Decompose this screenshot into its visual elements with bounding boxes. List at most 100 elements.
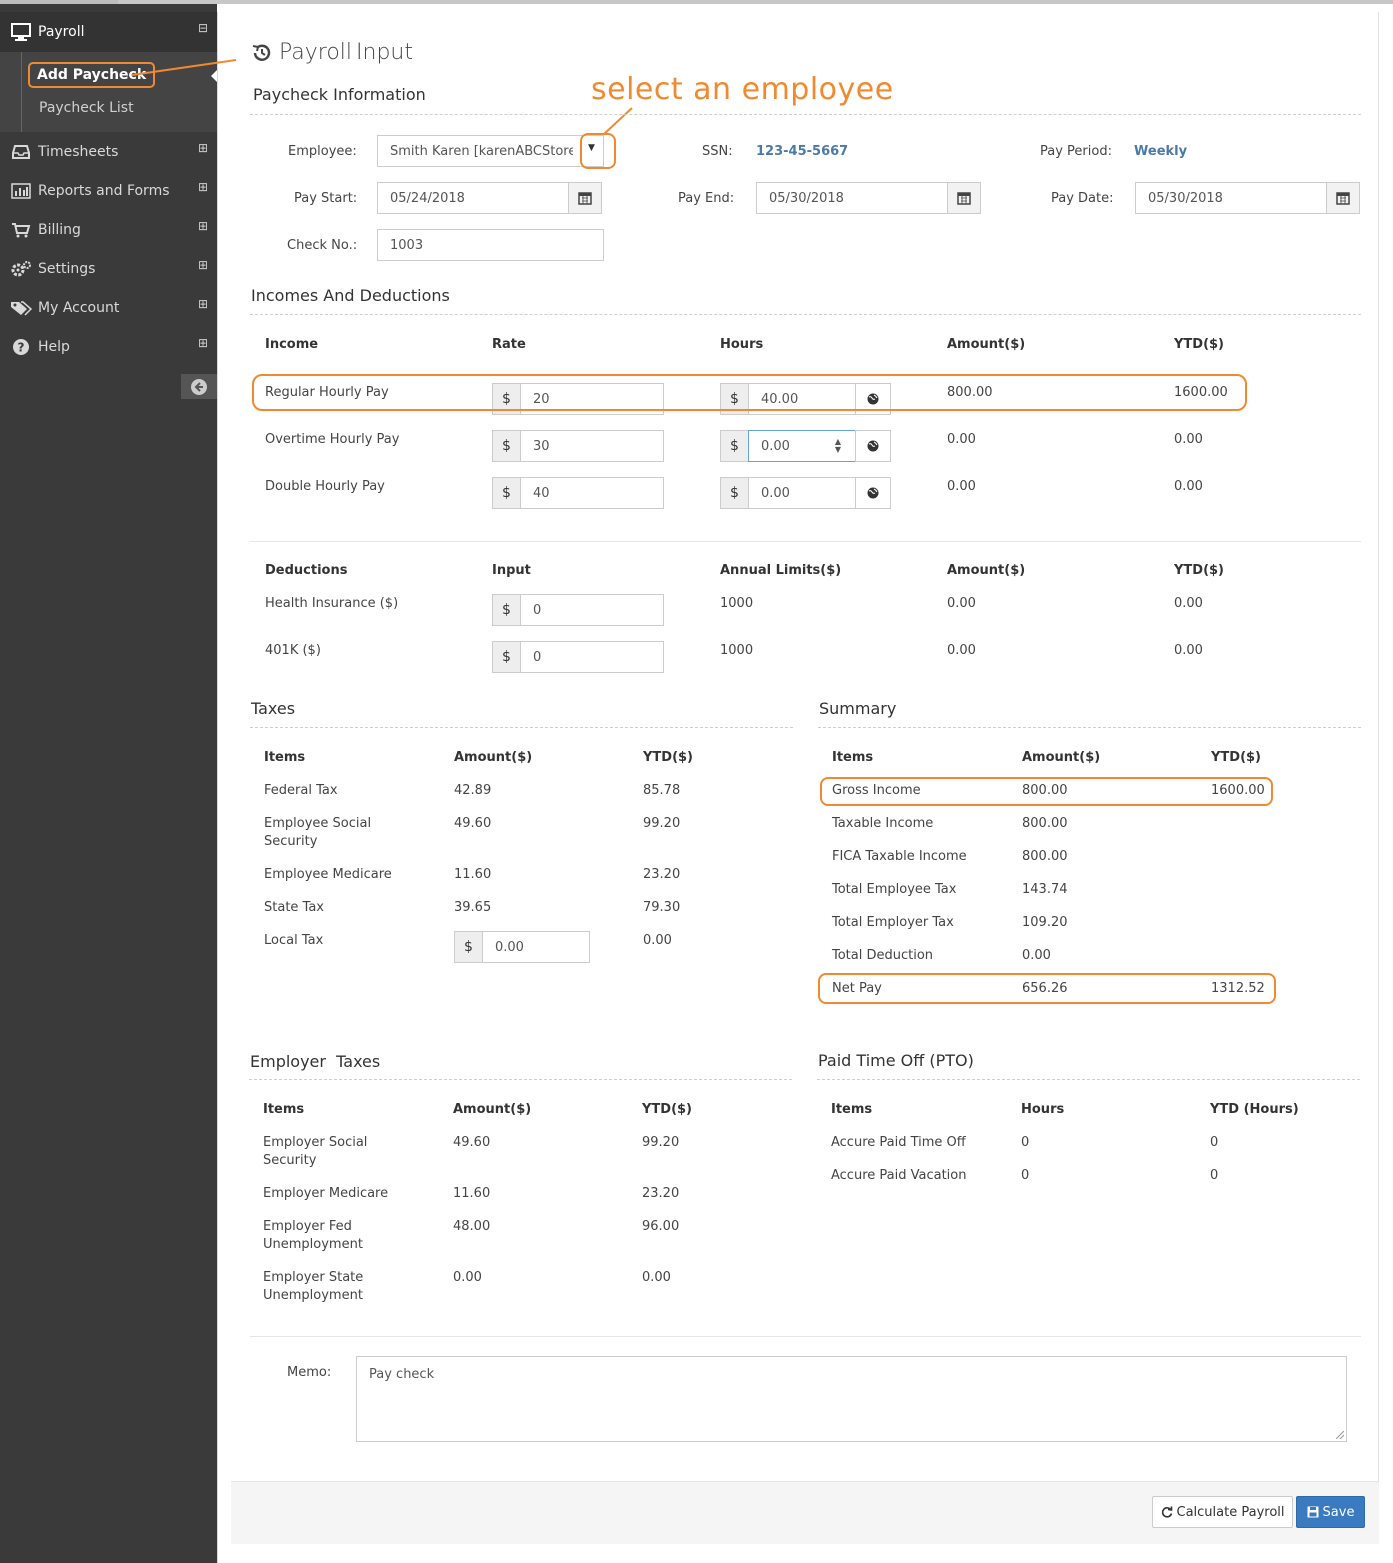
tax-amount: 49.60 (454, 816, 492, 831)
pay-start-calendar-button[interactable] (568, 182, 602, 214)
sidebar-collapse-button[interactable] (181, 374, 217, 399)
divider (817, 1079, 1360, 1080)
divider (250, 114, 1361, 115)
deduction-ytd: 0.00 (1174, 596, 1203, 611)
calculate-payroll-label: Calculate Payroll (1176, 1504, 1285, 1520)
pay-date-input[interactable]: 05/30/2018 (1135, 182, 1327, 214)
employer-tax-name: Employer Medicare (263, 1186, 389, 1201)
monitor-icon (10, 23, 32, 41)
deduction-limit: 1000 (720, 596, 754, 611)
deduction-ytd: 0.00 (1174, 643, 1203, 658)
deduction-header-name: Deductions (265, 563, 348, 578)
pay-date-value: 05/30/2018 (1148, 190, 1223, 206)
pto-hours: 0 (1021, 1135, 1030, 1150)
tax-name: Federal Tax (264, 783, 338, 798)
employee-select[interactable]: Smith Karen [karenABCStore@ (377, 135, 604, 167)
pay-end-calendar-button[interactable] (947, 182, 981, 214)
tax-ytd: 0.00 (643, 933, 672, 948)
sidebar-item-settings[interactable]: Settings ⊞ (0, 249, 217, 288)
expand-icon[interactable]: ⊞ (198, 181, 208, 193)
tax-amount: 39.65 (454, 900, 492, 915)
income-name: Overtime Hourly Pay (265, 432, 400, 447)
hours-input[interactable]: 0.00 (748, 477, 856, 509)
memo-value: Pay check (369, 1367, 435, 1382)
pay-start-value: 05/24/2018 (390, 190, 465, 206)
pay-end-input[interactable]: 05/30/2018 (756, 182, 948, 214)
page-title-b: Input (356, 40, 413, 65)
tax-ytd: 85.78 (643, 783, 681, 798)
tax-name: Local Tax (264, 933, 324, 948)
pay-date-label: Pay Date: (1051, 191, 1114, 206)
rate-input[interactable]: 40 (520, 477, 664, 509)
sidebar-item-payroll[interactable]: Payroll ⊟ (0, 12, 217, 52)
local-tax-value: 0.00 (495, 939, 524, 955)
globe-button[interactable] (855, 477, 891, 509)
sidebar-subitem-paycheck-list[interactable]: Paycheck List (39, 100, 134, 116)
inbox-icon (10, 143, 32, 161)
tax-name: Employee Medicare (264, 867, 392, 882)
summary-amount: 109.20 (1022, 915, 1068, 930)
pto-ytd: 0 (1210, 1168, 1219, 1183)
employer-tax-amount: 48.00 (453, 1219, 491, 1234)
employee-label: Employee: (288, 144, 357, 159)
resize-handle-icon[interactable] (1336, 1431, 1344, 1439)
divider (250, 1336, 1361, 1337)
highlight-gross-income (820, 777, 1273, 806)
pto-name: Accure Paid Time Off (831, 1135, 966, 1150)
save-button[interactable]: Save (1296, 1496, 1365, 1528)
calculate-payroll-button[interactable]: Calculate Payroll (1152, 1496, 1293, 1528)
dollar-addon: $ (492, 594, 521, 626)
deduction-amount: 0.00 (947, 596, 976, 611)
summary-name: Total Employer Tax (832, 915, 954, 930)
page-title: Payroll Input (251, 40, 413, 65)
local-tax-input[interactable]: 0.00 (482, 931, 590, 963)
deduction-input[interactable]: 0 (520, 641, 664, 673)
expand-icon[interactable]: ⊞ (198, 337, 208, 349)
section-title-incomes: Incomes And Deductions (251, 286, 450, 305)
expand-icon[interactable]: ⊞ (198, 298, 208, 310)
sidebar-item-help[interactable]: ? Help ⊞ (0, 327, 217, 366)
employer-tax-ytd: 96.00 (642, 1219, 680, 1234)
dollar-addon: $ (454, 931, 483, 963)
sidebar-item-reports-and-forms[interactable]: Reports and Forms ⊞ (0, 171, 217, 210)
check-no-input[interactable]: 1003 (377, 229, 604, 261)
sidebar-item-label: Settings (38, 260, 96, 277)
collapse-icon[interactable]: ⊟ (198, 22, 208, 34)
sidebar-item-my-account[interactable]: My Account ⊞ (0, 288, 217, 327)
dollar-addon: $ (492, 477, 521, 509)
expand-icon[interactable]: ⊞ (198, 259, 208, 271)
caret-down-icon[interactable]: ▼ (588, 143, 595, 153)
globe-button[interactable] (855, 430, 891, 462)
employer-tax-name: Employer State Unemployment (263, 1270, 364, 1303)
sidebar-item-label: My Account (38, 299, 120, 316)
hours-input[interactable]: 0.00 ▲ ▼ (748, 430, 856, 462)
section-title-summary: Summary (819, 699, 897, 718)
employer-tax-name: Employer Fed Unemployment (263, 1219, 363, 1252)
pto-header-hours: Hours (1021, 1102, 1065, 1117)
tax-amount: 42.89 (454, 783, 492, 798)
pay-period-value: Weekly (1134, 144, 1188, 159)
spinner-icon[interactable]: ▲ ▼ (835, 438, 841, 454)
tax-ytd: 79.30 (643, 900, 681, 915)
calendar-icon (578, 192, 592, 205)
memo-textarea[interactable]: Pay check (356, 1356, 1347, 1442)
section-title-employer-taxes: Employer Taxes (250, 1052, 381, 1071)
income-name: Double Hourly Pay (265, 479, 385, 494)
pto-ytd: 0 (1210, 1135, 1219, 1150)
expand-icon[interactable]: ⊞ (198, 220, 208, 232)
expand-icon[interactable]: ⊞ (198, 142, 208, 154)
deduction-header-input: Input (492, 563, 531, 578)
taxes-header-items: Items (264, 750, 306, 765)
rate-input[interactable]: 30 (520, 430, 664, 462)
pay-end-value: 05/30/2018 (769, 190, 844, 206)
sidebar-item-billing[interactable]: Billing ⊞ (0, 210, 217, 249)
income-header-amount: Amount($) (947, 337, 1026, 352)
deduction-input[interactable]: 0 (520, 594, 664, 626)
rate-value: 30 (533, 438, 550, 454)
sidebar-item-timesheets[interactable]: Timesheets ⊞ (0, 132, 217, 171)
tax-name: Employee Social Security (264, 816, 372, 849)
pay-date-calendar-button[interactable] (1326, 182, 1360, 214)
pto-header-items: Items (831, 1102, 873, 1117)
employer-tax-amount: 11.60 (453, 1186, 491, 1201)
pay-start-input[interactable]: 05/24/2018 (377, 182, 569, 214)
